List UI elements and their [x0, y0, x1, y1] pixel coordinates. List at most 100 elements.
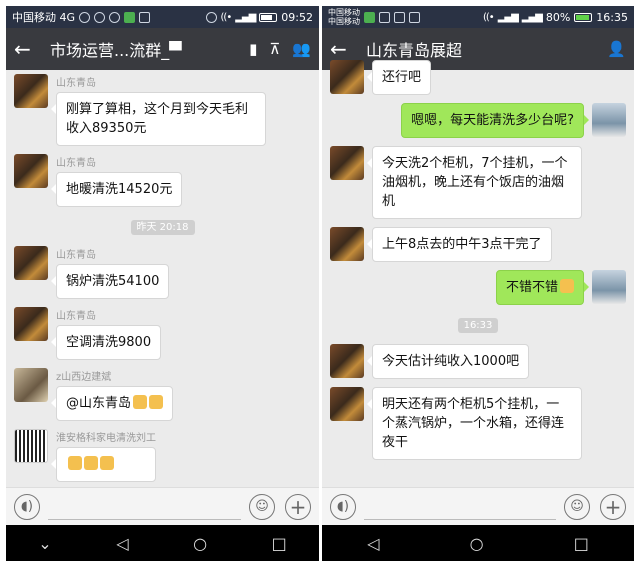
nav-recent-icon[interactable]: □ — [574, 534, 589, 553]
thumbs-up-icon — [68, 456, 82, 470]
avatar[interactable] — [14, 429, 48, 463]
message-bubble[interactable]: 明天还有两个柜机5个挂机，一个蒸汽锅炉，一个水箱，还得连夜干 — [367, 387, 582, 460]
app-notification-icon — [139, 11, 151, 23]
avatar[interactable] — [14, 368, 48, 402]
clock: 09:52 — [281, 10, 313, 24]
voice-icon[interactable]: ◖) — [14, 493, 40, 520]
back-icon[interactable]: ← — [14, 37, 44, 61]
signal-icon: ▂▄▆ — [521, 11, 543, 23]
avatar[interactable] — [330, 344, 364, 378]
message-body: 嗯嗯，每天能清洗多少台呢? — [401, 103, 589, 138]
pin-icon[interactable]: ⊼ — [269, 40, 280, 58]
message-bubble[interactable]: 今天估计纯收入1000吧 — [366, 344, 530, 379]
incoming-message: z山西边建斌 @山东青岛 — [14, 368, 311, 421]
message-body: 山东青岛地暖清洗14520元 — [50, 154, 183, 207]
android-navbar: ⌄ ◁ ○ □ — [6, 525, 319, 561]
message-text: 锅炉清洗54100 — [66, 274, 160, 289]
timestamp-label: 昨天 20:18 — [130, 220, 195, 235]
nav-home-icon[interactable]: ○ — [193, 534, 207, 553]
sender-name: 山东青岛 — [56, 158, 96, 169]
battery-icon — [574, 12, 593, 22]
emoji-icon[interactable]: ☺ — [249, 493, 275, 520]
chat-header: ← 市场运营...流群_▀ ▮ ⊼ 👥 — [6, 28, 319, 70]
thumbs-up-icon — [100, 456, 114, 470]
message-body: 上午8点去的中午3点干完了 — [367, 227, 552, 262]
avatar[interactable] — [14, 307, 48, 341]
outgoing-message: 嗯嗯，每天能清洗多少台呢? — [330, 103, 626, 138]
message-bubble[interactable]: @山东青岛 — [50, 386, 174, 421]
timestamp: 昨天 20:18 — [14, 215, 311, 235]
nav-down-icon[interactable]: ⌄ — [38, 534, 51, 553]
outgoing-message: 不错不错 — [330, 270, 626, 305]
app-notification-icon — [409, 11, 420, 23]
avatar[interactable] — [592, 270, 626, 304]
message-bubble[interactable]: 上午8点去的中午3点干完了 — [367, 227, 552, 262]
sender-name: 山东青岛 — [56, 311, 96, 322]
avatar[interactable] — [14, 74, 48, 108]
message-text: 不错不错 — [505, 280, 558, 295]
thumbs-up-icon — [84, 456, 98, 470]
plus-icon[interactable]: + — [285, 493, 311, 520]
message-body: 山东青岛锅炉清洗54100 — [50, 246, 170, 299]
battery-percent: 80% — [545, 10, 571, 24]
message-text: 空调清洗9800 — [66, 335, 152, 350]
emoji-icon[interactable]: ☺ — [564, 493, 590, 520]
avatar[interactable] — [330, 146, 364, 180]
message-bubble[interactable]: 刚算了算相，这个月到今天毛利收入89350元 — [51, 92, 266, 146]
message-input[interactable] — [364, 494, 556, 520]
group-members-icon[interactable]: 👥 — [292, 40, 311, 58]
incoming-message: 山东青岛锅炉清洗54100 — [14, 246, 311, 299]
carrier-line: 中国移动 — [328, 8, 360, 17]
notification-icon — [94, 11, 106, 23]
message-text: 明天还有两个柜机5个挂机，一个蒸汽锅炉，一个水箱，还得连夜干 — [382, 397, 565, 450]
incoming-message: 还行吧 — [330, 60, 626, 95]
app-notification-icon — [379, 11, 390, 23]
thumbs-up-icon — [560, 279, 574, 293]
clock: 16:35 — [596, 10, 628, 24]
incoming-message: 山东青岛空调清洗9800 — [14, 307, 311, 360]
message-body: 明天还有两个柜机5个挂机，一个蒸汽锅炉，一个水箱，还得连夜干 — [367, 387, 582, 460]
battery-icon — [259, 12, 278, 22]
carrier-line: 中国移动 — [328, 17, 360, 26]
message-bubble[interactable]: 还行吧 — [366, 60, 432, 95]
app-notification-icon — [364, 11, 375, 23]
sender-name: 山东青岛 — [56, 250, 96, 261]
nav-home-icon[interactable]: ○ — [470, 534, 484, 553]
message-bubble[interactable]: 不错不错 — [495, 270, 590, 305]
message-text: 今天洗2个柜机，7个挂机，一个油烟机，晚上还有个饭店的油烟机 — [382, 156, 568, 209]
incoming-message: 明天还有两个柜机5个挂机，一个蒸汽锅炉，一个水箱，还得连夜干 — [330, 387, 626, 460]
nav-back-icon[interactable]: ◁ — [367, 534, 379, 553]
avatar[interactable] — [330, 60, 364, 94]
input-bar: ◖) ☺ + — [322, 487, 634, 525]
timestamp: 16:33 — [330, 313, 626, 333]
message-body: z山西边建斌 @山东青岛 — [50, 368, 174, 421]
signal-icon: ▂▄▆ — [235, 11, 256, 23]
message-text: 还行吧 — [382, 70, 422, 85]
avatar[interactable] — [14, 246, 48, 280]
plus-icon[interactable]: + — [600, 493, 626, 520]
nav-recent-icon[interactable]: □ — [272, 534, 287, 553]
message-input[interactable] — [48, 494, 241, 520]
message-bubble[interactable]: 锅炉清洗54100 — [50, 264, 170, 299]
input-bar: ◖) ☺ + — [6, 487, 319, 525]
carrier-label: 中国移动 中国移动 — [328, 8, 360, 26]
nav-back-icon[interactable]: ◁ — [116, 534, 128, 553]
avatar[interactable] — [330, 387, 364, 421]
voice-icon[interactable]: ◖) — [330, 493, 356, 520]
message-bubble[interactable] — [51, 447, 156, 482]
message-bubble[interactable]: 嗯嗯，每天能清洗多少台呢? — [401, 103, 589, 138]
right-phone-screen: 中国移动 中国移动 ((• ▂▄▆ ▂▄▆ 80% 16:35 ← 山东青岛展超… — [322, 6, 634, 561]
incoming-message: 淮安格科家电清洗刘工 — [14, 429, 311, 482]
message-icon[interactable]: ▮ — [249, 40, 257, 58]
notification-icon — [109, 11, 121, 23]
avatar[interactable] — [330, 227, 364, 261]
message-bubble[interactable]: 地暖清洗14520元 — [50, 172, 183, 207]
message-text: 地暖清洗14520元 — [66, 182, 173, 197]
message-bubble[interactable]: 空调清洗9800 — [50, 325, 162, 360]
message-bubble[interactable]: 今天洗2个柜机，7个挂机，一个油烟机，晚上还有个饭店的油烟机 — [367, 146, 582, 219]
sender-name: z山西边建斌 — [56, 372, 112, 383]
avatar[interactable] — [14, 154, 48, 188]
timestamp-label: 16:33 — [457, 318, 499, 333]
app-notification-icon — [124, 11, 136, 23]
avatar[interactable] — [592, 103, 626, 137]
